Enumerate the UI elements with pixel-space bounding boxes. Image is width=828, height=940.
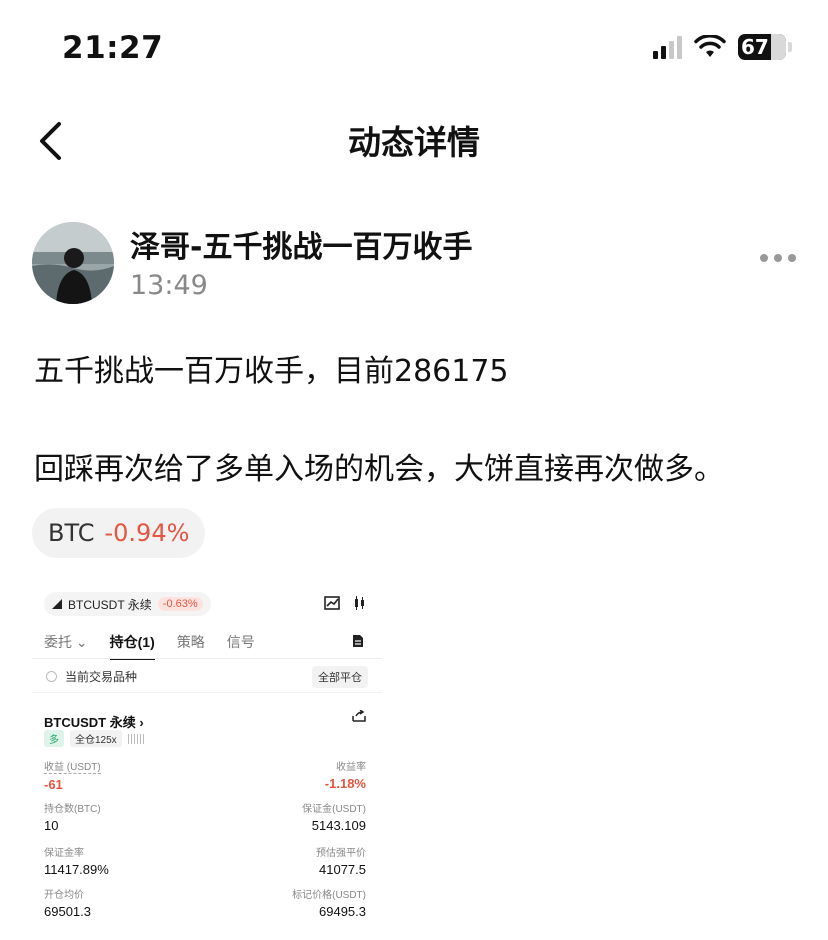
mark-price-field: 标记价格(USDT) 69495.3 (292, 890, 366, 919)
radio-icon (46, 671, 57, 682)
avatar[interactable] (32, 222, 114, 304)
long-tag: 多 (44, 730, 64, 747)
ticker-chip[interactable]: BTC -0.94% (32, 508, 206, 558)
tab-signals[interactable]: 信号 (227, 632, 255, 660)
battery-level: 67 (741, 35, 769, 59)
ticker-change: -0.94% (104, 519, 190, 547)
exchange-logo-icon (52, 599, 62, 609)
post-time: 13:49 (130, 270, 208, 301)
post-image[interactable]: BTCUSDT 永续 -0.63% 委托 ⌄ 持仓(1) 策略 信号 当前交易品… (32, 580, 382, 930)
wifi-icon (694, 35, 726, 57)
page-title: 动态详情 (348, 123, 480, 162)
chart-icon (324, 596, 340, 610)
author-name[interactable]: 泽哥-五千挑战一百万收手 (130, 222, 472, 266)
roe-field: 收益率 -1.18% (324, 762, 366, 791)
share-icon (352, 710, 366, 722)
risk-bars-icon (127, 733, 144, 744)
close-all-button[interactable]: 全部平仓 (312, 666, 368, 688)
post-text-line-1: 五千挑战一百万收手，目前286175 (34, 354, 509, 389)
document-icon (353, 635, 363, 647)
position-title[interactable]: BTCUSDT 永续 › (44, 712, 144, 731)
tab-positions[interactable]: 持仓(1) (109, 632, 155, 660)
more-dots-icon[interactable] (760, 254, 796, 262)
margin-field: 保证金(USDT) 5143.109 (302, 804, 366, 833)
entry-price-field: 开仓均价 69501.3 (44, 890, 91, 919)
divider (32, 692, 382, 693)
pnl-field: 收益 (USDT) -61 (44, 758, 101, 792)
filter-label: 当前交易品种 (65, 670, 138, 684)
pair-change: -0.63% (157, 597, 203, 611)
liq-price-field: 预估强平价 41077.5 (316, 848, 366, 877)
pair-chip: BTCUSDT 永续 -0.63% (44, 592, 211, 616)
pair-name: BTCUSDT 永续 (68, 597, 152, 612)
battery-icon: 67 (738, 34, 786, 60)
divider (32, 658, 382, 659)
ticker-symbol: BTC (48, 519, 95, 547)
position-tabs: 委托 ⌄ 持仓(1) 策略 信号 (44, 632, 255, 660)
margin-rate-field: 保证金率 11417.89% (44, 848, 109, 877)
position-tags: 多 全仓125x (44, 730, 144, 747)
status-time: 21:27 (62, 30, 164, 66)
signal-icon (653, 35, 682, 59)
current-symbol-filter[interactable]: 当前交易品种 (46, 668, 137, 685)
margin-mode-tag: 全仓125x (70, 730, 122, 747)
post-text-line-2: 回踩再次给了多单入场的机会，大饼直接再次做多。 (34, 452, 724, 487)
tab-strategy[interactable]: 策略 (177, 632, 205, 660)
size-field: 持仓数(BTC) 10 (44, 804, 101, 833)
status-icons: 67 (653, 34, 792, 60)
header-icons (324, 596, 366, 610)
battery-tip (788, 42, 792, 52)
tab-orders[interactable]: 委托 ⌄ (44, 632, 88, 660)
candles-icon (355, 596, 364, 610)
